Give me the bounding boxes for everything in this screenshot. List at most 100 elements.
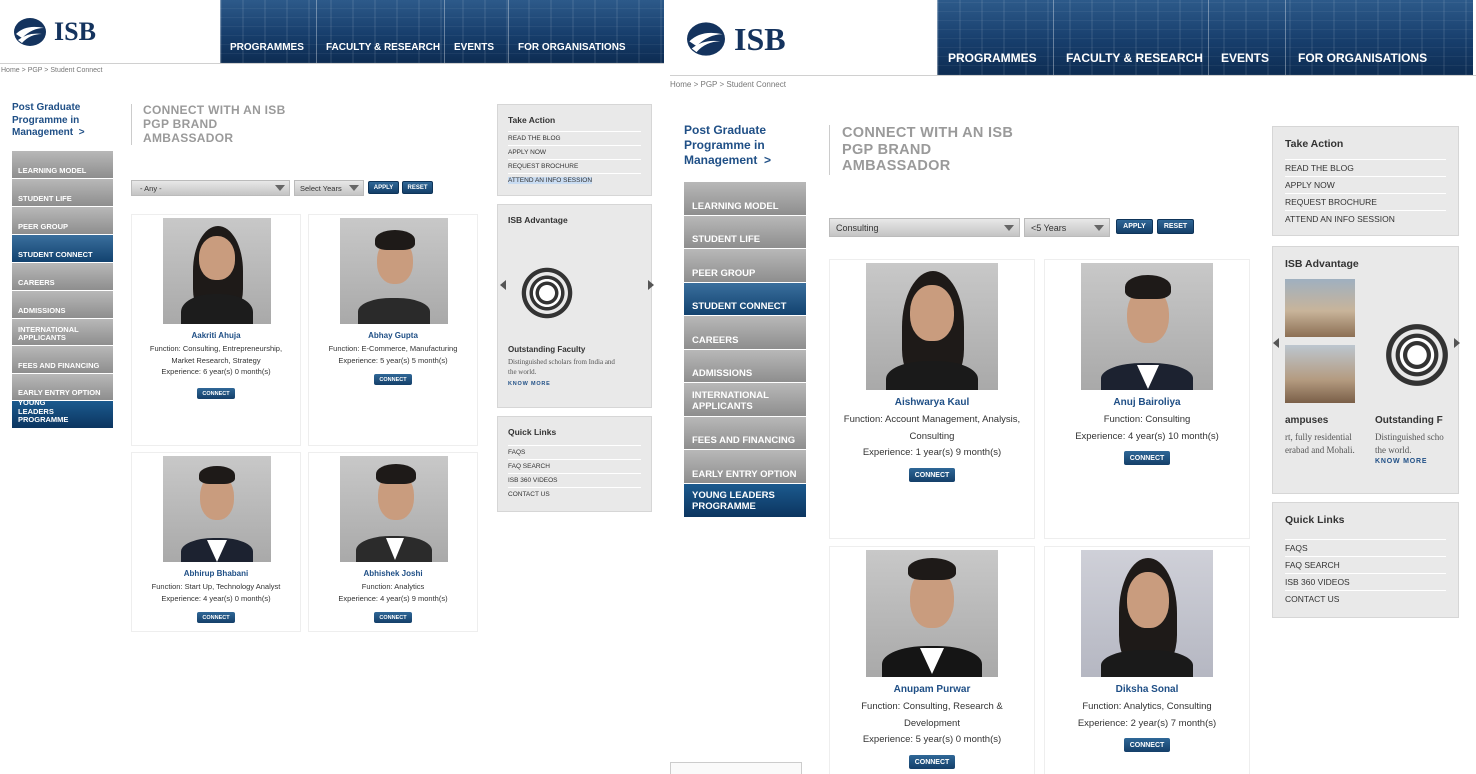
link-request-brochure[interactable]: REQUEST BROCHURE	[1285, 194, 1446, 211]
gear-head-icon	[1385, 313, 1449, 397]
function-select[interactable]: - Any -	[131, 180, 290, 196]
link-request-brochure[interactable]: REQUEST BROCHURE	[508, 160, 641, 174]
link-faq-search[interactable]: FAQ SEARCH	[508, 460, 641, 474]
link-info-session[interactable]: ATTEND AN INFO SESSION	[1285, 211, 1446, 227]
link-faqs[interactable]: FAQS	[508, 445, 641, 460]
link-isb-360-videos[interactable]: ISB 360 VIDEOS	[508, 474, 641, 488]
sidenav-student-connect[interactable]: STUDENT CONNECT	[12, 235, 113, 263]
sidenav-international-applicants[interactable]: INTERNATIONAL APPLICANTS	[12, 319, 113, 346]
sidenav-admissions[interactable]: ADMISSIONS	[684, 350, 806, 383]
isb-logo[interactable]: ISB	[12, 16, 96, 48]
sidenav-young-leaders[interactable]: YOUNG LEADERS PROGRAMME	[684, 484, 806, 518]
main-nav: PROGRAMMES FACULTY & RESEARCH EVENTS FOR…	[220, 0, 664, 63]
ambassador-name[interactable]: Anuj Bairoliya	[1045, 397, 1249, 408]
pgp-link[interactable]: Post Graduate Programme in Management >	[684, 123, 771, 168]
link-faqs[interactable]: FAQS	[1285, 539, 1446, 557]
years-select[interactable]: Select Years	[294, 180, 364, 196]
take-action-box: Take Action READ THE BLOG APPLY NOW REQU…	[497, 104, 652, 196]
function-select[interactable]: Consulting	[829, 218, 1020, 237]
ambassador-info: Function: Consulting Experience: 4 year(s…	[1075, 414, 1219, 442]
ambassador-info: Function: Start Up, Technology Analyst Ex…	[151, 582, 281, 603]
ambassador-name[interactable]: Aakriti Ahuja	[132, 331, 300, 340]
connect-button[interactable]: CONNECT	[374, 612, 412, 623]
slide-text: Distinguished scho the world.	[1375, 432, 1444, 455]
profile-photo	[866, 550, 998, 677]
ambassador-info: Function: Analytics Experience: 4 year(s)…	[338, 582, 448, 603]
carousel-prev-icon[interactable]	[500, 280, 506, 290]
ambassador-name[interactable]: Abhishek Joshi	[309, 569, 477, 578]
years-select[interactable]: <5 Years	[1024, 218, 1110, 237]
sidenav-student-connect[interactable]: STUDENT CONNECT	[684, 283, 806, 316]
ambassador-name[interactable]: Diksha Sonal	[1045, 684, 1249, 695]
link-faq-search[interactable]: FAQ SEARCH	[1285, 557, 1446, 574]
nav-faculty-research[interactable]: FACULTY & RESEARCH	[316, 0, 444, 63]
sidenav-admissions[interactable]: ADMISSIONS	[12, 291, 113, 319]
take-action-box: Take Action READ THE BLOG APPLY NOW REQU…	[1272, 126, 1459, 236]
link-apply-now[interactable]: APPLY NOW	[508, 146, 641, 160]
link-apply-now[interactable]: APPLY NOW	[1285, 177, 1446, 194]
sidenav-young-leaders[interactable]: YOUNG LEADERS PROGRAMME	[12, 399, 113, 429]
profile-photo	[1081, 263, 1213, 390]
breadcrumb-pgp[interactable]: PGP	[700, 80, 717, 89]
profile-photo	[163, 456, 271, 562]
connect-button[interactable]: CONNECT	[197, 388, 235, 399]
sidenav-learning-model[interactable]: LEARNING MODEL	[684, 182, 806, 216]
sidenav-careers[interactable]: CAREERS	[12, 263, 113, 291]
sidenav-peer-group[interactable]: PEER GROUP	[12, 207, 113, 235]
know-more-link[interactable]: KNOW MORE	[508, 381, 551, 387]
chevron-down-icon	[349, 185, 359, 191]
link-isb-360-videos[interactable]: ISB 360 VIDEOS	[1285, 574, 1446, 591]
connect-button[interactable]: CONNECT	[197, 612, 235, 623]
nav-programmes[interactable]: PROGRAMMES	[937, 0, 1053, 75]
link-contact-us[interactable]: CONTACT US	[508, 488, 641, 501]
know-more-link[interactable]: KNOW MORE	[1375, 458, 1427, 465]
breadcrumb-current: Student Connect	[50, 67, 103, 74]
sidenav-learning-model[interactable]: LEARNING MODEL	[12, 151, 113, 179]
breadcrumb-home[interactable]: Home	[1, 67, 20, 74]
connect-button[interactable]: CONNECT	[1124, 451, 1170, 465]
slide-caption: Outstanding Faculty	[508, 345, 586, 354]
carousel-prev-icon[interactable]	[1273, 338, 1279, 348]
ambassador-name[interactable]: Abhay Gupta	[309, 331, 477, 340]
ambassador-name[interactable]: Anupam Purwar	[830, 684, 1034, 695]
pgp-link[interactable]: Post Graduate Programme in Management >	[12, 102, 85, 140]
sidenav-student-life[interactable]: STUDENT LIFE	[684, 216, 806, 249]
ambassador-name[interactable]: Aishwarya Kaul	[830, 397, 1034, 408]
reset-button[interactable]: RESET	[402, 181, 433, 194]
connect-button[interactable]: CONNECT	[374, 374, 412, 385]
connect-button[interactable]: CONNECT	[909, 468, 955, 482]
connect-button[interactable]: CONNECT	[1124, 738, 1170, 752]
link-read-blog[interactable]: READ THE BLOG	[1285, 159, 1446, 177]
ambassador-name[interactable]: Abhirup Bhabani	[132, 569, 300, 578]
nav-for-organisations[interactable]: FOR ORGANISATIONS	[1285, 0, 1473, 75]
site-header: ISB PROGRAMMES FACULTY & RESEARCH EVENTS…	[670, 0, 1476, 76]
link-read-blog[interactable]: READ THE BLOG	[508, 131, 641, 146]
connect-button[interactable]: CONNECT	[909, 755, 955, 769]
nav-events[interactable]: EVENTS	[444, 0, 508, 63]
sidenav-fees-financing[interactable]: FEES AND FINANCING	[684, 417, 806, 450]
sidenav-international-applicants[interactable]: INTERNATIONAL APPLICANTS	[684, 383, 806, 417]
sidenav-careers[interactable]: CAREERS	[684, 316, 806, 350]
nav-events[interactable]: EVENTS	[1208, 0, 1285, 75]
reset-button[interactable]: RESET	[1157, 219, 1194, 234]
sidenav-fees-financing[interactable]: FEES AND FINANCING	[12, 346, 113, 374]
breadcrumb-home[interactable]: Home	[670, 80, 691, 89]
isb-logo-icon	[14, 18, 46, 46]
sidenav-early-entry[interactable]: EARLY ENTRY OPTION	[684, 450, 806, 484]
ambassador-card: Aakriti Ahuja Function: Consulting, Entr…	[131, 214, 301, 446]
sidenav-peer-group[interactable]: PEER GROUP	[684, 249, 806, 283]
apply-button[interactable]: APPLY	[1116, 219, 1153, 234]
nav-faculty-research[interactable]: FACULTY & RESEARCH	[1053, 0, 1208, 75]
nav-for-organisations[interactable]: FOR ORGANISATIONS	[508, 0, 664, 63]
sidenav-early-entry[interactable]: EARLY ENTRY OPTION	[12, 374, 113, 401]
sidenav-student-life[interactable]: STUDENT LIFE	[12, 179, 113, 207]
apply-button[interactable]: APPLY	[368, 181, 399, 194]
link-info-session[interactable]: ATTEND AN INFO SESSION	[508, 177, 593, 184]
chevron-down-icon	[275, 185, 285, 191]
isb-logo[interactable]: ISB	[684, 20, 786, 58]
nav-programmes[interactable]: PROGRAMMES	[220, 0, 316, 63]
carousel-next-icon[interactable]	[648, 280, 654, 290]
breadcrumb-pgp[interactable]: PGP	[28, 67, 43, 74]
link-contact-us[interactable]: CONTACT US	[1285, 591, 1446, 607]
carousel-next-icon[interactable]	[1454, 338, 1460, 348]
